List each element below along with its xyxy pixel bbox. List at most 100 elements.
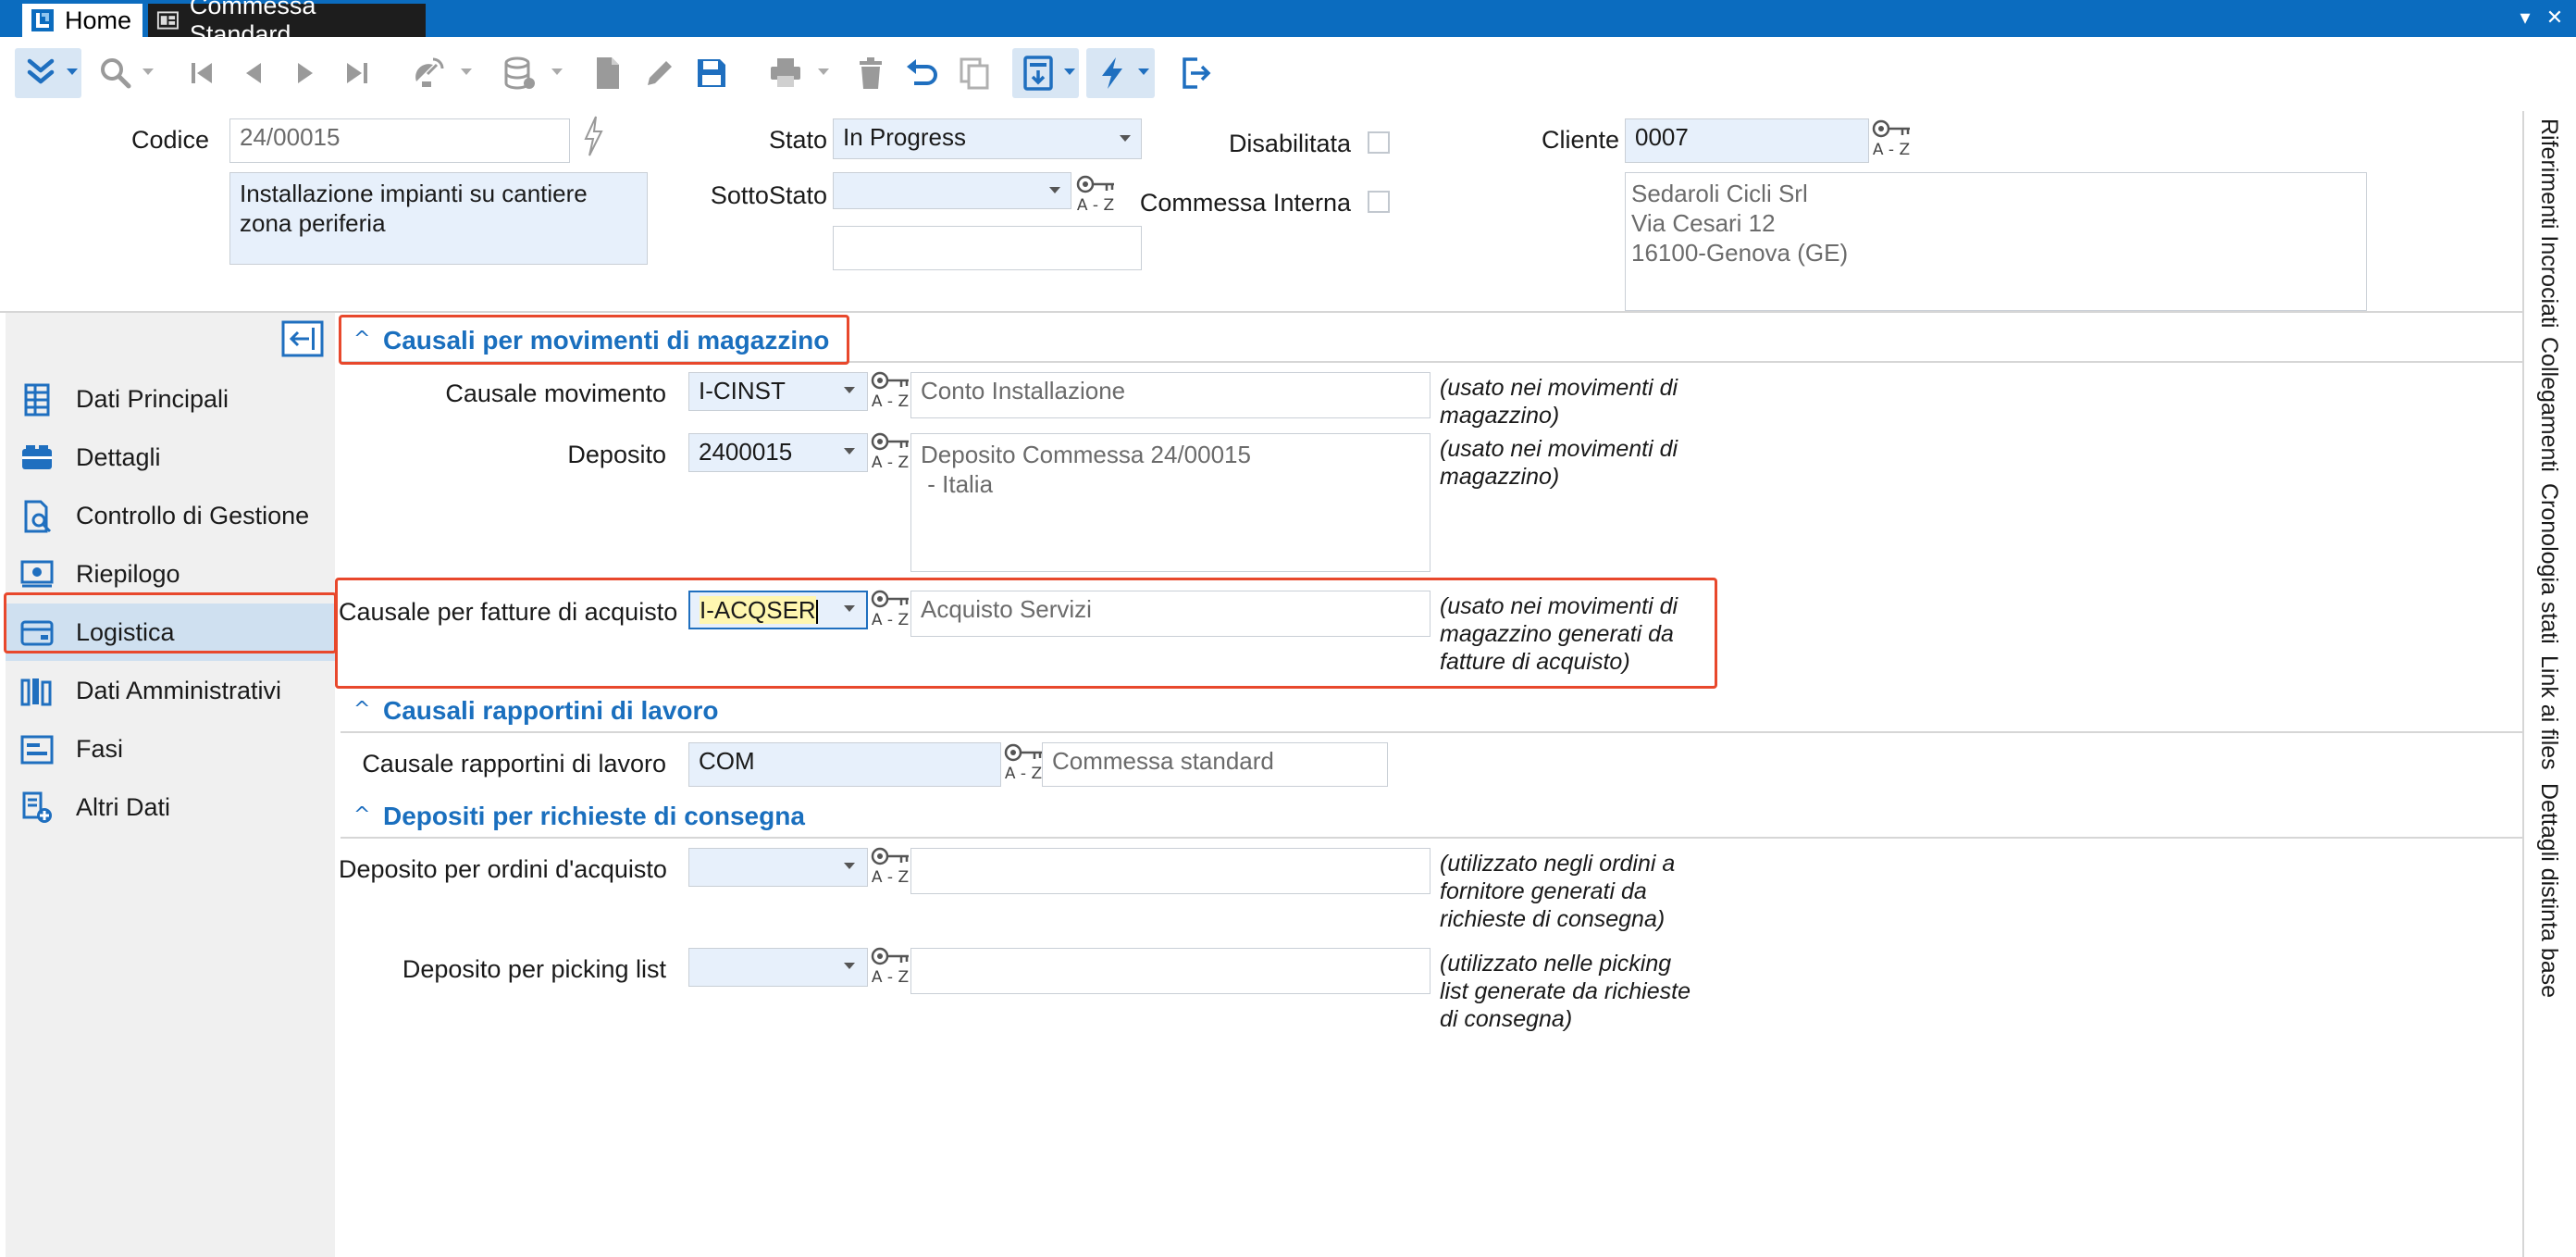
control-icon <box>24 500 52 533</box>
previous-record-icon <box>246 63 261 83</box>
sidebar-item-dati-principali[interactable]: Dati Principali <box>6 370 335 428</box>
tab-collegamenti[interactable]: Collegamenti <box>2524 337 2576 485</box>
chevron-down-icon[interactable] <box>844 863 855 869</box>
sidebar-item-fasi[interactable]: Fasi <box>6 720 335 778</box>
deposito-picking-lookup-button[interactable]: A - Z <box>870 944 910 990</box>
stato-select[interactable]: In Progress <box>833 118 1142 159</box>
tab-link-ai-files[interactable]: Link ai files <box>2524 655 2576 785</box>
chevron-down-icon[interactable] <box>1049 187 1060 193</box>
satellite-dropdown-arrow[interactable] <box>461 68 472 75</box>
az-text: A - Z <box>871 868 910 887</box>
tab-commessa[interactable]: Commessa Standard <box>148 0 426 48</box>
deposito-lookup-button[interactable]: A - Z <box>870 429 910 476</box>
copy-button[interactable] <box>953 48 996 98</box>
sidebar-item-dati-amministrativi[interactable]: Dati Amministrativi <box>6 662 335 719</box>
tab-home[interactable]: Home <box>22 4 142 37</box>
new-document-icon <box>597 57 619 89</box>
right-tab-bar: Riferimenti Incrociati Collegamenti Cron… <box>2522 111 2576 1257</box>
section-header-depositi[interactable]: ^ Depositi per richieste di consegna <box>341 794 2522 839</box>
search-dropdown-arrow[interactable] <box>142 68 154 75</box>
exit-button[interactable] <box>1175 48 1218 98</box>
deposito-desc: Deposito Commessa 24/00015 - Italia <box>910 433 1430 572</box>
key-icon <box>1076 175 1114 193</box>
window-titlebar: Home Commessa Standard ▾ ✕ <box>0 0 2576 48</box>
sidebar-item-label: Dati Principali <box>76 385 229 413</box>
chevron-down-icon[interactable] <box>844 605 855 612</box>
database-icon <box>504 56 535 90</box>
fatture-select[interactable]: I-ACQSER <box>688 591 868 629</box>
cliente-name: Sedaroli Cicli Srl <box>1631 180 1808 207</box>
delete-icon <box>860 57 882 89</box>
key-icon <box>871 371 909 390</box>
save-button[interactable] <box>690 48 733 98</box>
first-record-icon <box>192 63 212 83</box>
codice-field[interactable]: 24/00015 <box>229 118 570 163</box>
cliente-field[interactable]: 0007 <box>1625 118 1869 163</box>
cliente-lookup-button[interactable]: A - Z <box>1871 117 1912 163</box>
section-header-rapportini[interactable]: ^ Causali rapportini di lavoro <box>341 689 2522 733</box>
deposito-ordini-lookup-button[interactable]: A - Z <box>870 844 910 890</box>
chevron-down-icon[interactable] <box>1120 135 1131 142</box>
tab-label: Dettagli distinta base <box>2536 783 2562 999</box>
print-dropdown-arrow[interactable] <box>818 68 829 75</box>
sidebar-item-dettagli[interactable]: Dettagli <box>6 429 335 486</box>
commessa-interna-checkbox[interactable] <box>1368 191 1390 213</box>
disabilitata-checkbox[interactable] <box>1368 131 1390 154</box>
sidebar-item-label: Altri Dati <box>76 793 171 821</box>
chevron-down-icon[interactable] <box>844 448 855 454</box>
undo-button[interactable] <box>901 48 944 98</box>
key-icon <box>871 947 909 965</box>
previous-record-button[interactable] <box>233 48 276 98</box>
sottostato-label: SottoStato <box>710 181 827 209</box>
database-dropdown-arrow[interactable] <box>551 68 563 75</box>
sottostato-lookup-button[interactable]: A - Z <box>1075 172 1116 218</box>
edit-button[interactable] <box>638 48 681 98</box>
delete-button[interactable] <box>849 48 892 98</box>
sottostato-select[interactable] <box>833 172 1071 209</box>
az-text: A - Z <box>871 611 910 629</box>
print-button[interactable] <box>764 48 807 98</box>
deposito-ordini-select[interactable] <box>688 848 868 887</box>
rapportini-label: Causale rapportini di lavoro <box>362 750 666 778</box>
causale-movimento-select[interactable]: I-CINST <box>688 372 868 411</box>
first-record-button[interactable] <box>181 48 224 98</box>
chevron-down-icon[interactable] <box>844 963 855 969</box>
edit-icon <box>648 61 672 85</box>
deposito-picking-note: (utilizzato nelle picking list generate … <box>1440 951 1690 1032</box>
chevron-down-icon[interactable] <box>844 387 855 393</box>
satellite-button[interactable] <box>407 48 450 98</box>
logistica-highlight <box>4 592 337 653</box>
causale-movimento-lookup-button[interactable]: A - Z <box>870 368 910 415</box>
cliente-label: Cliente <box>1541 126 1619 154</box>
descrizione-field[interactable]: Installazione impianti su cantiere zona … <box>229 172 648 265</box>
lightning-icon[interactable] <box>581 115 605 157</box>
database-button[interactable] <box>498 48 540 98</box>
sottostato-desc-field <box>833 226 1142 270</box>
dropdown-arrow-icon[interactable]: ▾ <box>2513 6 2537 30</box>
sidebar-item-label: Dati Amministrativi <box>76 677 282 704</box>
chevron-up-icon[interactable]: ^ <box>353 803 370 827</box>
new-document-button[interactable] <box>587 48 629 98</box>
expand-dropdown-arrow[interactable] <box>67 68 78 75</box>
tab-riferimenti-incrociati[interactable]: Riferimenti Incrociati <box>2524 118 2576 328</box>
last-record-button[interactable] <box>335 48 378 98</box>
search-button[interactable] <box>94 48 137 98</box>
actions-dropdown-arrow[interactable] <box>1138 68 1149 75</box>
chevron-up-icon[interactable]: ^ <box>353 698 370 721</box>
deposito-picking-select[interactable] <box>688 948 868 987</box>
deposito-select[interactable]: 2400015 <box>688 433 868 472</box>
next-record-button[interactable] <box>283 48 326 98</box>
sidebar-item-altri-dati[interactable]: Altri Dati <box>6 778 335 836</box>
deposito-ordini-desc <box>910 848 1430 894</box>
rapportini-field[interactable]: COM <box>688 742 1001 787</box>
toolbar <box>0 37 2576 111</box>
archive-dropdown-arrow[interactable] <box>1064 68 1075 75</box>
rapportini-lookup-button[interactable]: A - Z <box>1003 741 1044 787</box>
tab-cronologia-stati[interactable]: Cronologia stati <box>2524 483 2576 659</box>
close-icon[interactable]: ✕ <box>2543 6 2567 30</box>
save-icon <box>698 59 725 87</box>
tab-dettagli-distinta-base[interactable]: Dettagli distinta base <box>2524 783 2576 1042</box>
fatture-lookup-button[interactable]: A - Z <box>870 587 910 633</box>
collapse-sidebar-icon[interactable] <box>281 320 324 357</box>
sidebar-item-controllo-gestione[interactable]: Controllo di Gestione <box>6 487 335 544</box>
